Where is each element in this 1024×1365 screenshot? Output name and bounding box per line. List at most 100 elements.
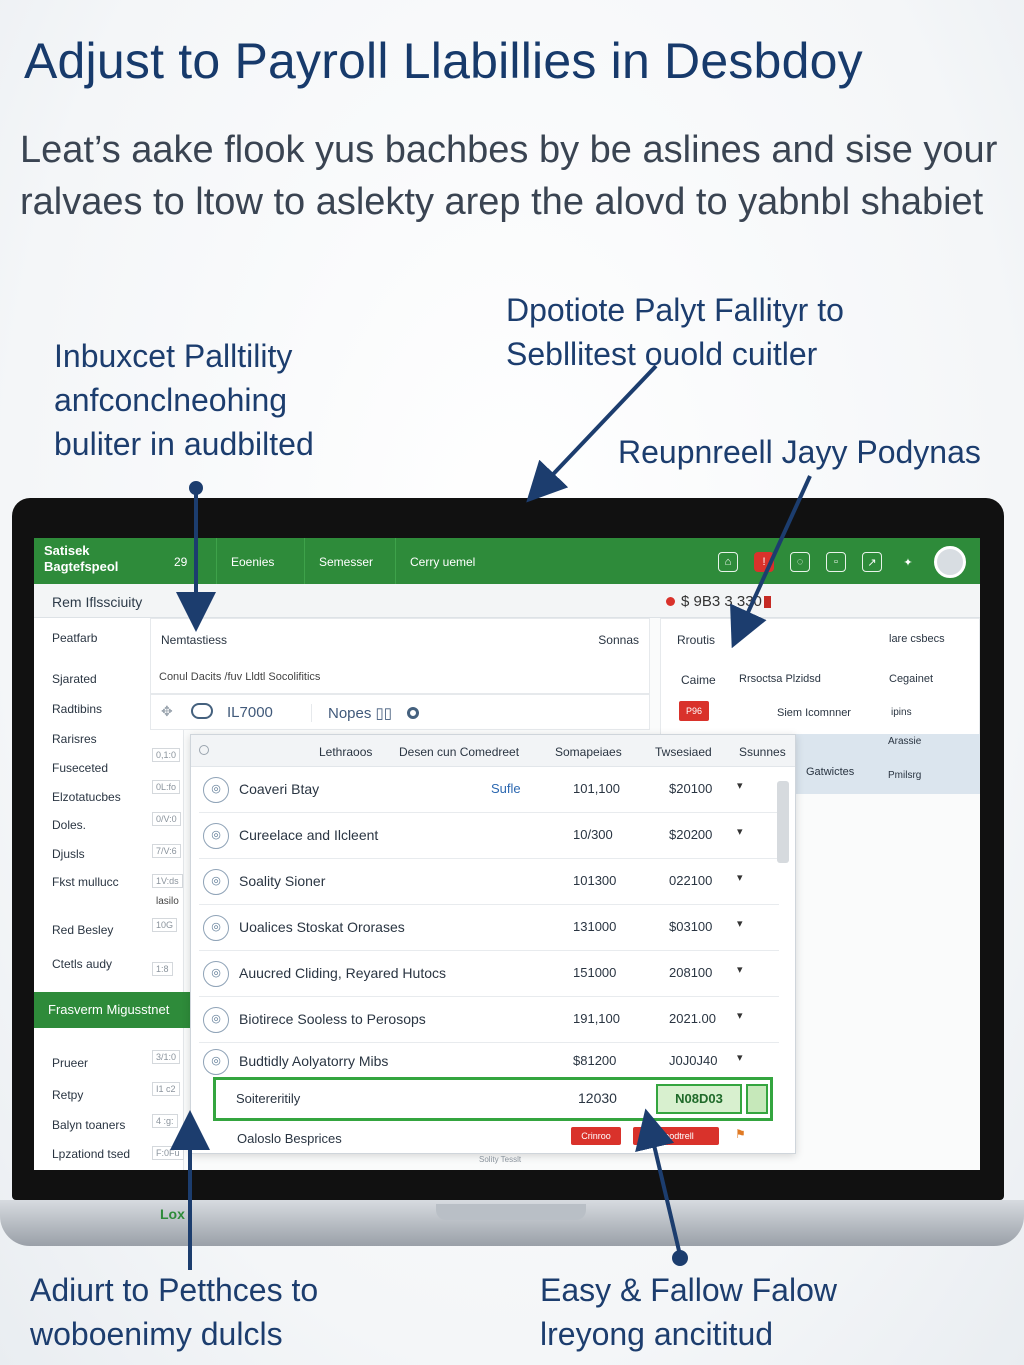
right-r1c: Cegainet bbox=[889, 673, 934, 685]
code-field[interactable]: IL7000 bbox=[227, 704, 273, 721]
row-icon: ◎ bbox=[203, 961, 229, 987]
chevron-down-icon[interactable]: ▾ bbox=[737, 917, 743, 930]
top-icons: ⌂ ! ◌ ▫ ↗ ✦ bbox=[718, 546, 966, 578]
sidebar-item-9[interactable]: Red Besley bbox=[52, 923, 113, 937]
chat-icon[interactable]: ◌ bbox=[790, 552, 810, 572]
confirm-button[interactable] bbox=[746, 1084, 768, 1114]
chevron-down-icon[interactable]: ▾ bbox=[737, 1009, 743, 1022]
chevron-down-icon[interactable]: ▾ bbox=[737, 825, 743, 838]
table-row[interactable]: ◎ Coaveri Btay Sufle 101,100 $20100 ▾ bbox=[199, 767, 779, 813]
app-brand[interactable]: Satisek Bagtefspeol bbox=[44, 543, 118, 575]
sidebar-bottom-mini-0: 3/1:0 bbox=[152, 1050, 181, 1064]
th-3[interactable]: Twsesiaed bbox=[655, 745, 712, 759]
sidebar-item-3[interactable]: Rarisres bbox=[52, 732, 97, 746]
sidebar-mini-0: 0,1:0 bbox=[152, 748, 181, 762]
row-icon: ◎ bbox=[203, 869, 229, 895]
sidebar-item-5[interactable]: Elzotatucbes bbox=[52, 790, 121, 804]
callout-center-top: Dpotiote Palyt Fallityr to Sebllitest ou… bbox=[506, 292, 844, 372]
tab-number[interactable]: 29 bbox=[174, 555, 187, 569]
th-2[interactable]: Somapeiaes bbox=[555, 745, 622, 759]
callout-bottom-left: Adiurt to Petthces to woboenimy dulcls bbox=[30, 1272, 319, 1352]
sidebar-bottom-item-1[interactable]: Retpy bbox=[52, 1088, 83, 1102]
sidebar-bottom-item-3[interactable]: Lpzationd tsed bbox=[52, 1147, 130, 1161]
sidebar-item-0[interactable]: Peatfarb bbox=[52, 631, 97, 645]
right-col-1: Rroutis bbox=[677, 633, 716, 647]
sidebar-item-6[interactable]: Doles. bbox=[52, 818, 86, 832]
status-badge[interactable]: P96 bbox=[679, 701, 709, 721]
alert-icon[interactable]: ! bbox=[754, 552, 774, 572]
table-row[interactable]: ◎ Biotirece Sooless to Perosops 191,100 … bbox=[199, 997, 779, 1043]
th-0[interactable]: Lethraoos bbox=[319, 745, 372, 759]
sidebar-bottom-item-2[interactable]: Balyn toaners bbox=[52, 1118, 125, 1132]
right-blue-section: Gatwictes Arassie Pmilsrg bbox=[776, 734, 980, 794]
sidebar-bottom-mini-2: 4 :g: bbox=[152, 1114, 178, 1128]
scrollbar[interactable] bbox=[777, 781, 789, 863]
table-row[interactable]: ◎ Soality Sioner 101300 022100 ▾ bbox=[199, 859, 779, 905]
table-row[interactable]: ◎ Cureelace and Ilcleent 10/300 $20200 ▾ bbox=[199, 813, 779, 859]
right-col-2: lare csbecs bbox=[889, 633, 945, 645]
right-blue-a[interactable]: Gatwictes bbox=[806, 766, 854, 778]
drag-handle-icon[interactable]: ✥ bbox=[161, 703, 173, 720]
base-label: Lox bbox=[160, 1206, 185, 1222]
grid-icon[interactable]: ▫ bbox=[826, 552, 846, 572]
sidebar-item-8[interactable]: Fkst mullucc bbox=[52, 875, 119, 889]
chevron-down-icon[interactable]: ▾ bbox=[737, 779, 743, 792]
chevron-down-icon[interactable]: ▾ bbox=[737, 1051, 743, 1064]
app-screen: Satisek Bagtefspeol 29 Eoenies Semesser … bbox=[34, 538, 980, 1170]
highlighted-row[interactable]: Soitereritily 12030 N08D03 bbox=[213, 1077, 773, 1121]
subbar-label: Rem Iflssciuity bbox=[52, 594, 143, 610]
pin-icon[interactable]: ✦ bbox=[898, 552, 918, 572]
right-r2b: Siem Icomnner bbox=[777, 707, 851, 719]
right-r1a: Caime bbox=[681, 673, 716, 687]
table-footer: Solity Tesslt bbox=[479, 1155, 522, 1164]
sidebar-item-4[interactable]: Fuseceted bbox=[52, 761, 108, 775]
flag-icon[interactable]: ⚑ bbox=[735, 1127, 746, 1141]
avatar[interactable] bbox=[934, 546, 966, 578]
toggle-chip-icon[interactable] bbox=[191, 703, 213, 719]
sidebar-item-10[interactable]: Ctetls audy bbox=[52, 957, 112, 971]
radio-icon[interactable] bbox=[407, 707, 419, 719]
right-r1b: Rrsoctsa Plzidsd bbox=[739, 673, 821, 685]
page-title: Adjust to Payroll Llabillies in Desbdoy bbox=[24, 33, 863, 89]
table-header: Lethraoos Desen cun Comedreet Somapeiaes… bbox=[191, 735, 795, 767]
laptop-notch bbox=[436, 1204, 586, 1220]
sidebar-item-1[interactable]: Sjarated bbox=[52, 672, 97, 686]
callout-bottom-right: Easy & Fallow Falow lreyong ancititud bbox=[540, 1272, 837, 1352]
callout-left-top: Inbuxcet Palltility anfconclneohing buli… bbox=[54, 338, 314, 462]
table-row[interactable]: ◎ Auucred Cliding, Reyared Hutocs 151000… bbox=[199, 951, 779, 997]
th-4[interactable]: Ssunnes bbox=[739, 745, 786, 759]
sidebar-mini-label: lasilo bbox=[156, 896, 179, 907]
select-all-icon[interactable] bbox=[199, 745, 209, 755]
tab-3[interactable]: Cerry uemel bbox=[395, 538, 505, 584]
panel-head-left: Nemtastiess bbox=[161, 633, 228, 647]
table-row[interactable]: ◎ Uoalices Stoskat Ororases 131000 $0310… bbox=[199, 905, 779, 951]
sub-bar: Rem Iflssciuity $ 9B3 3 330 bbox=[34, 584, 980, 618]
chevron-down-icon[interactable]: ▾ bbox=[737, 871, 743, 884]
chevron-down-icon[interactable]: ▾ bbox=[737, 963, 743, 976]
tab-1[interactable]: Eoenies bbox=[216, 538, 288, 584]
arrow-dot bbox=[189, 481, 203, 495]
export-icon[interactable]: ↗ bbox=[862, 552, 882, 572]
amount-readout: $ 9B3 3 330 bbox=[666, 593, 771, 610]
sidebar-item-2[interactable]: Radtibins bbox=[52, 702, 102, 716]
sidebar-mini-6: 1:8 bbox=[152, 962, 173, 976]
panel-head-right: Sonnas bbox=[598, 633, 639, 647]
row-link[interactable]: Sufle bbox=[491, 781, 521, 796]
row-icon: ◎ bbox=[203, 1007, 229, 1033]
notes-field[interactable]: Nopes ▯▯ bbox=[311, 704, 392, 722]
sidebar-bottom-item-0[interactable]: Prueer bbox=[52, 1056, 88, 1070]
tab-2[interactable]: Semesser bbox=[304, 538, 387, 584]
red-button-2[interactable]: Beodtrell bbox=[633, 1127, 719, 1145]
status-dot-icon bbox=[666, 597, 675, 606]
sidebar-mini-4: 1V:ds bbox=[152, 874, 183, 888]
panel-toolbar: ✥ IL7000 Nopes ▯▯ bbox=[150, 694, 650, 730]
red-button-1[interactable]: Crinroo bbox=[571, 1127, 621, 1145]
th-1[interactable]: Desen cun Comedreet bbox=[399, 745, 519, 759]
row-icon: ◎ bbox=[203, 777, 229, 803]
sidebar-mini-3: 7/V:6 bbox=[152, 844, 181, 858]
sidebar-item-7[interactable]: Djusls bbox=[52, 847, 85, 861]
sidebar-section-green[interactable]: Frasverm Migusstnet bbox=[34, 992, 194, 1028]
last-row-label: Oaloslo Besprices bbox=[237, 1131, 342, 1146]
adjustment-input[interactable]: N08D03 bbox=[656, 1084, 742, 1114]
home-icon[interactable]: ⌂ bbox=[718, 552, 738, 572]
